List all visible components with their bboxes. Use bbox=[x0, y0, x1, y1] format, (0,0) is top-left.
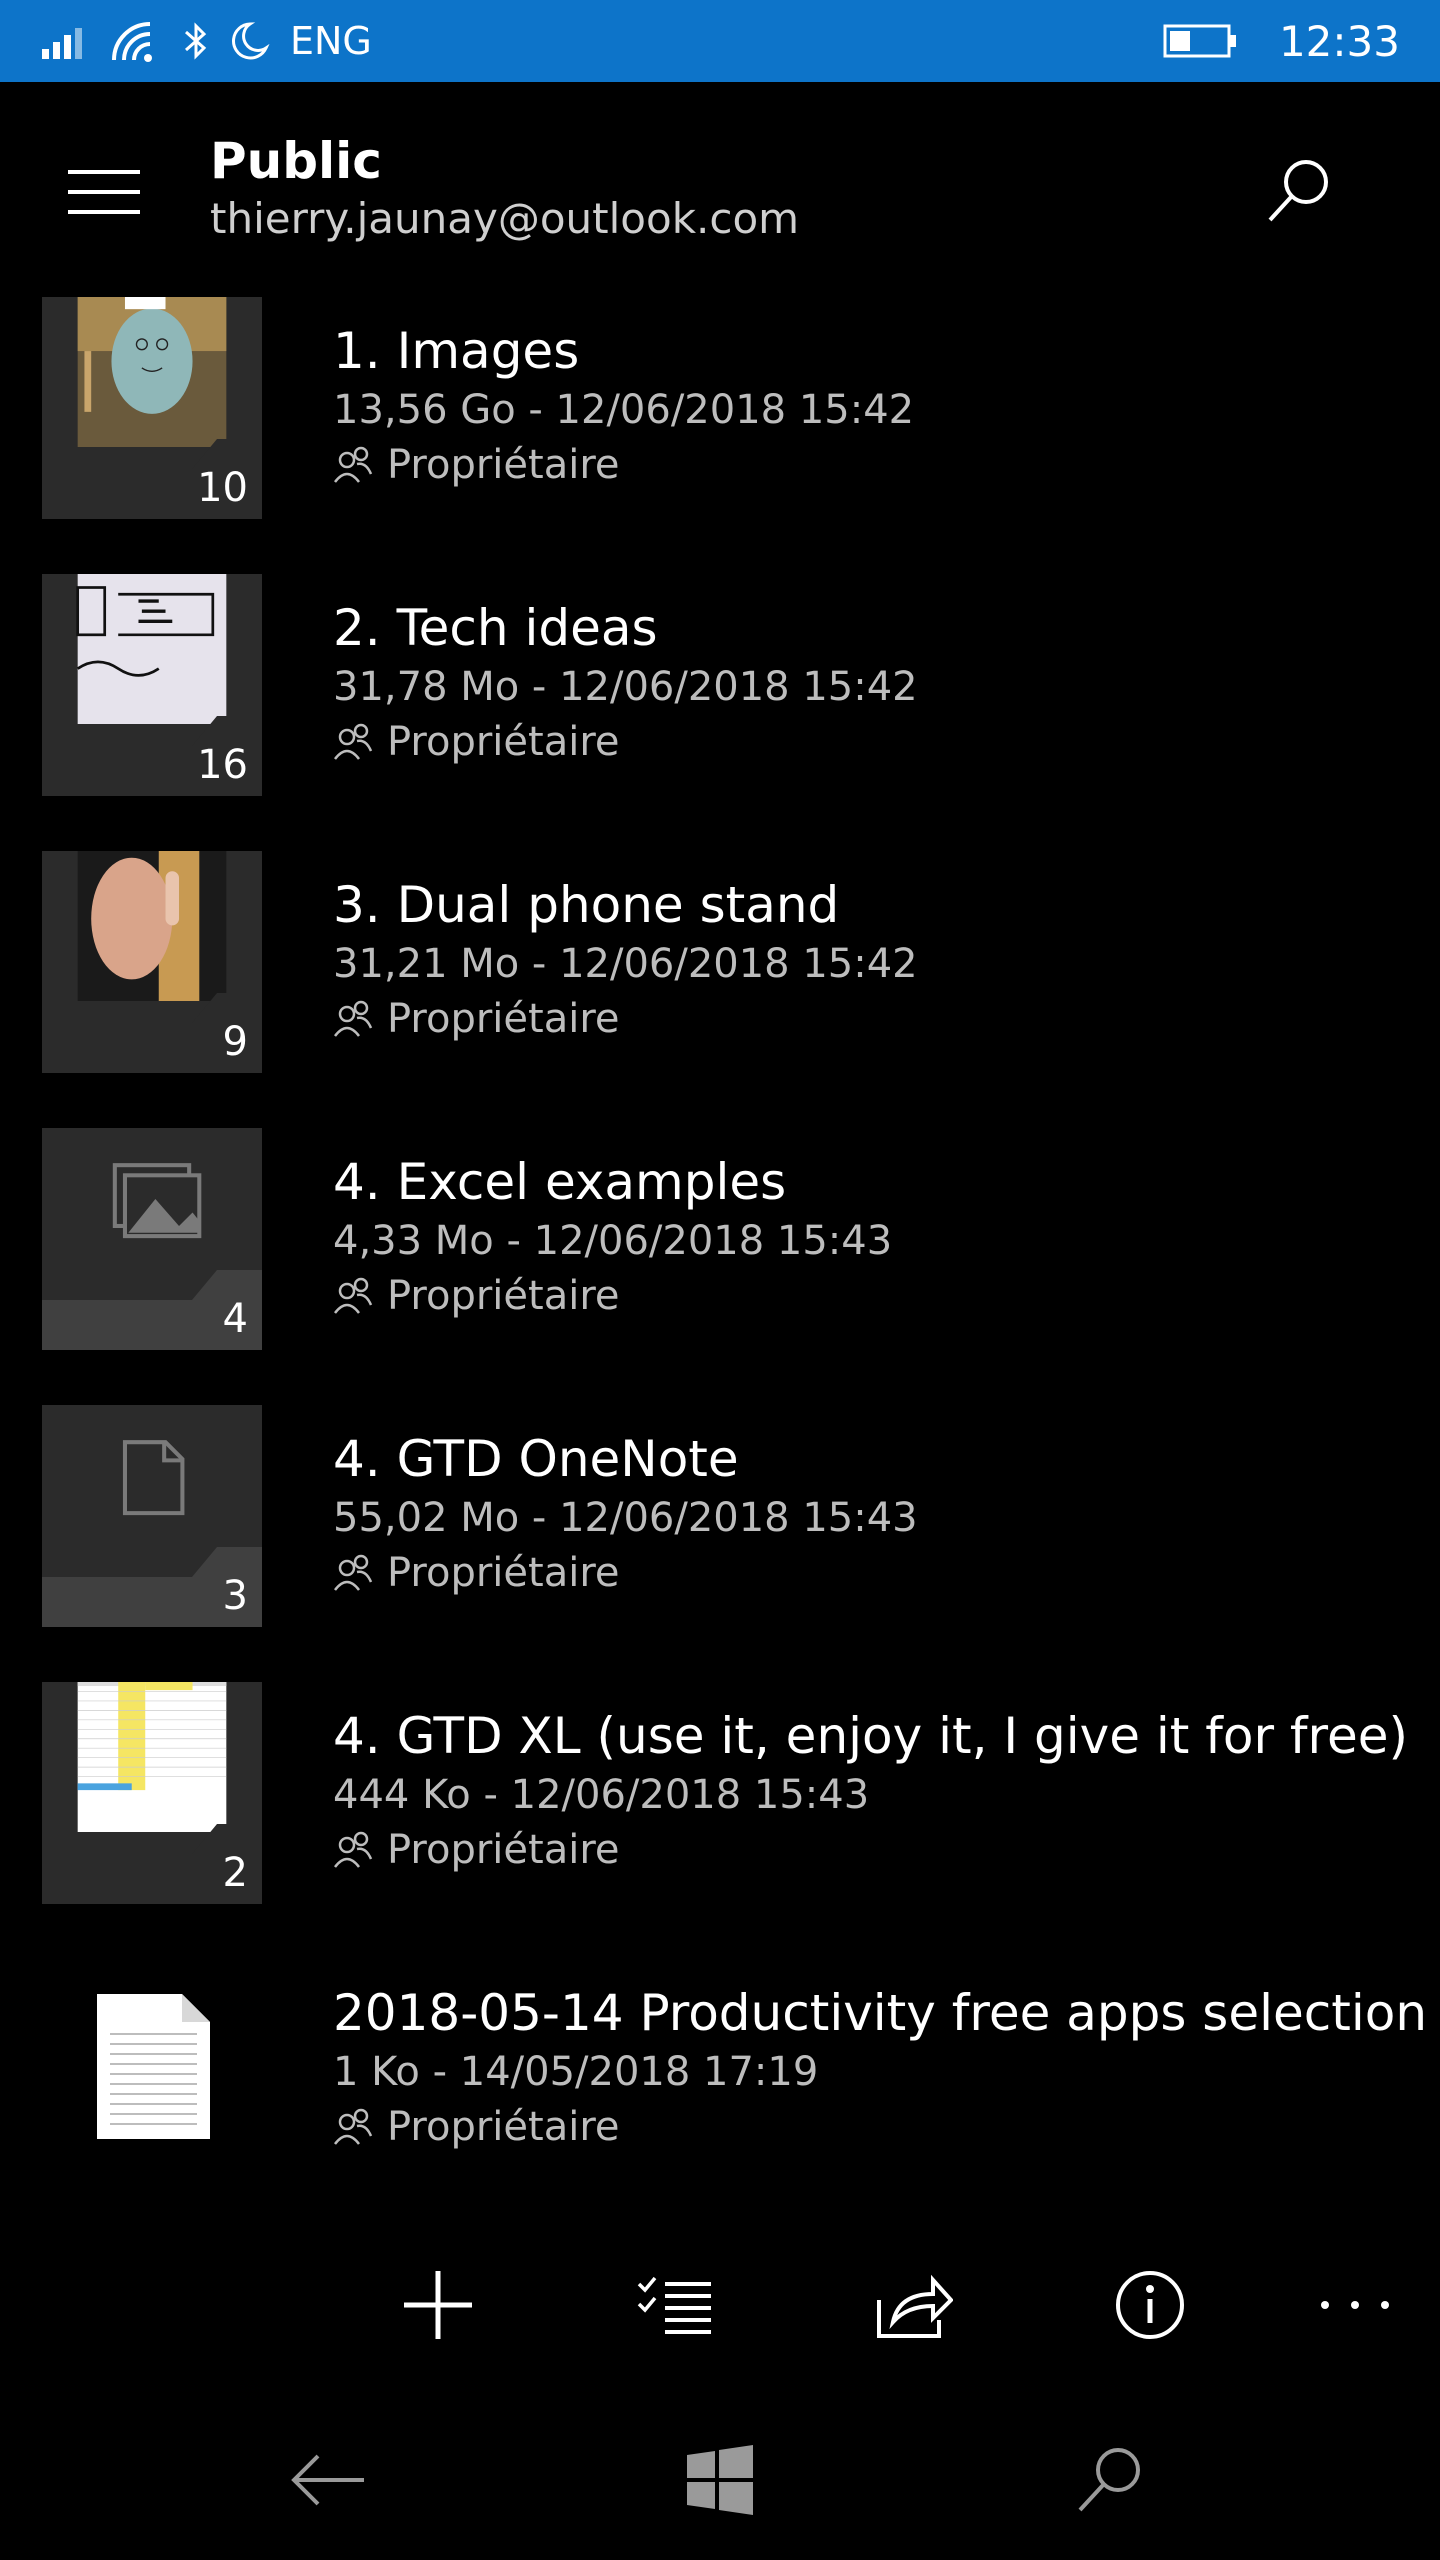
page-header: Public thierry.jaunay@outlook.com bbox=[0, 82, 1440, 297]
file-thumbnail bbox=[42, 1959, 262, 2181]
item-title: 3. Dual phone stand bbox=[333, 876, 840, 934]
item-role: Propriétaire bbox=[333, 1550, 620, 1596]
select-icon bbox=[637, 2276, 711, 2334]
item-title: 4. Excel examples bbox=[333, 1153, 787, 1211]
spreadsheet-preview-thumbnail bbox=[77, 1682, 227, 1832]
item-count: 16 bbox=[197, 742, 248, 788]
windows-icon bbox=[687, 2445, 753, 2515]
role-label: Propriétaire bbox=[387, 996, 620, 1042]
document-icon bbox=[77, 1405, 227, 1555]
role-label: Propriétaire bbox=[387, 719, 620, 765]
list-item[interactable]: 4 4. Excel examples 4,33 Mo - 12/06/2018… bbox=[0, 1128, 1440, 1368]
status-bar: ENG 12:33 bbox=[0, 0, 1440, 82]
album-thumbnail: 10 bbox=[42, 297, 262, 519]
item-role: Propriétaire bbox=[333, 719, 620, 765]
hamburger-menu-button[interactable] bbox=[68, 170, 140, 214]
share-icon bbox=[877, 2274, 953, 2338]
battery-icon bbox=[1163, 24, 1236, 58]
item-role: Propriétaire bbox=[333, 1827, 620, 1873]
wifi-icon bbox=[112, 22, 152, 62]
item-meta: 13,56 Go - 12/06/2018 15:42 bbox=[333, 387, 915, 433]
item-meta: 31,78 Mo - 12/06/2018 15:42 bbox=[333, 664, 918, 710]
item-meta: 444 Ko - 12/06/2018 15:43 bbox=[333, 1772, 870, 1818]
people-icon bbox=[334, 1554, 373, 1591]
info-button[interactable] bbox=[1105, 2260, 1195, 2350]
item-role: Propriétaire bbox=[333, 442, 620, 488]
item-role: Propriétaire bbox=[333, 2104, 620, 2150]
list-item[interactable]: 3 4. GTD OneNote 55,02 Mo - 12/06/2018 1… bbox=[0, 1405, 1440, 1645]
people-icon bbox=[334, 446, 373, 483]
text-file-icon bbox=[97, 1994, 210, 2139]
account-email: thierry.jaunay@outlook.com bbox=[210, 194, 800, 243]
more-button[interactable] bbox=[1310, 2260, 1400, 2350]
list-item[interactable]: 16 2. Tech ideas 31,78 Mo - 12/06/2018 1… bbox=[0, 574, 1440, 814]
signal-icon bbox=[42, 28, 82, 59]
album-thumbnail: 2 bbox=[42, 1682, 262, 1904]
item-count: 4 bbox=[222, 1296, 248, 1342]
search-button[interactable] bbox=[1260, 152, 1340, 232]
item-title: 1. Images bbox=[333, 322, 580, 380]
item-title: 4. GTD XL (use it, enjoy it, I give it f… bbox=[333, 1707, 1409, 1765]
quiet-hours-icon bbox=[232, 22, 270, 60]
more-icon bbox=[1321, 2301, 1389, 2309]
item-title: 2018-05-14 Productivity free apps select… bbox=[333, 1984, 1428, 2042]
item-count: 9 bbox=[222, 1019, 248, 1065]
navigation-bar bbox=[0, 2390, 1440, 2560]
item-meta: 4,33 Mo - 12/06/2018 15:43 bbox=[333, 1218, 893, 1264]
item-count: 10 bbox=[197, 465, 248, 511]
keyboard-language: ENG bbox=[290, 19, 372, 63]
item-count: 3 bbox=[222, 1573, 248, 1619]
album-thumbnail: 16 bbox=[42, 574, 262, 796]
list-item[interactable]: 9 3. Dual phone stand 31,21 Mo - 12/06/2… bbox=[0, 851, 1440, 1091]
item-meta: 55,02 Mo - 12/06/2018 15:43 bbox=[333, 1495, 918, 1541]
app-bar bbox=[0, 2250, 1440, 2360]
item-role: Propriétaire bbox=[333, 1273, 620, 1319]
search-icon bbox=[1078, 2448, 1140, 2512]
clock: 12:33 bbox=[1278, 16, 1400, 66]
album-thumbnail: 9 bbox=[42, 851, 262, 1073]
info-icon bbox=[1116, 2271, 1184, 2339]
people-icon bbox=[334, 1277, 373, 1314]
list-item[interactable]: 2018-05-14 Productivity free apps select… bbox=[0, 1959, 1440, 2199]
photo-whiteboard-thumbnail bbox=[76, 574, 227, 724]
photo-hand-thumbnail bbox=[77, 851, 227, 1001]
role-label: Propriétaire bbox=[387, 1827, 620, 1873]
item-meta: 31,21 Mo - 12/06/2018 15:42 bbox=[333, 941, 918, 987]
item-title: 4. GTD OneNote bbox=[333, 1430, 739, 1488]
photo-face-thumbnail bbox=[77, 297, 227, 447]
list-item[interactable]: 10 1. Images 13,56 Go - 12/06/2018 15:42… bbox=[0, 297, 1440, 537]
role-label: Propriétaire bbox=[387, 1273, 620, 1319]
album-thumbnail: 4 bbox=[42, 1128, 262, 1350]
share-button[interactable] bbox=[868, 2260, 958, 2350]
start-button[interactable] bbox=[670, 2430, 770, 2530]
page-title: Public bbox=[210, 132, 382, 190]
search-icon bbox=[1268, 160, 1328, 222]
list-item[interactable]: 2 4. GTD XL (use it, enjoy it, I give it… bbox=[0, 1682, 1440, 1922]
item-title: 2. Tech ideas bbox=[333, 599, 658, 657]
role-label: Propriétaire bbox=[387, 2104, 620, 2150]
role-label: Propriétaire bbox=[387, 442, 620, 488]
role-label: Propriétaire bbox=[387, 1550, 620, 1596]
add-button[interactable] bbox=[393, 2260, 483, 2350]
item-count: 2 bbox=[222, 1850, 248, 1896]
item-meta: 1 Ko - 14/05/2018 17:19 bbox=[333, 2049, 819, 2095]
people-icon bbox=[334, 2108, 373, 2145]
add-icon bbox=[404, 2271, 472, 2339]
back-icon bbox=[291, 2454, 364, 2506]
people-icon bbox=[334, 723, 373, 760]
bluetooth-icon bbox=[185, 22, 207, 60]
select-button[interactable] bbox=[630, 2260, 720, 2350]
item-role: Propriétaire bbox=[333, 996, 620, 1042]
back-button[interactable] bbox=[278, 2430, 378, 2530]
search-nav-button[interactable] bbox=[1060, 2430, 1160, 2530]
people-icon bbox=[334, 1831, 373, 1868]
people-icon bbox=[334, 1000, 373, 1037]
album-thumbnail: 3 bbox=[42, 1405, 262, 1627]
images-icon bbox=[77, 1128, 227, 1278]
